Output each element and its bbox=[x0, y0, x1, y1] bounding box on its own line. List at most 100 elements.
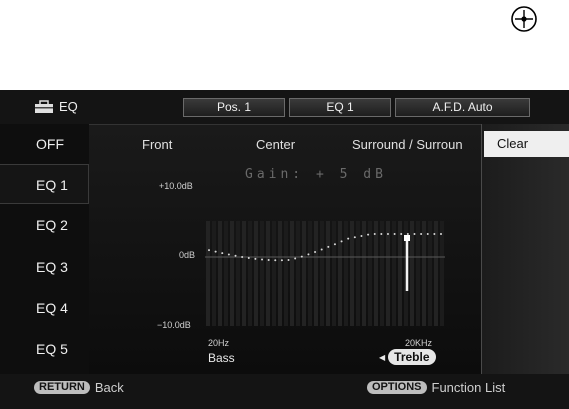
eq-band-column bbox=[218, 221, 222, 326]
eq-curve-dot bbox=[373, 233, 376, 235]
eq-band-column bbox=[338, 221, 342, 326]
eq-band-column bbox=[278, 221, 282, 326]
eq-band-column bbox=[290, 221, 294, 326]
eq-band-column bbox=[212, 221, 216, 326]
eq-curve-dot bbox=[386, 233, 389, 235]
eq-content: Front Center Surround / Surroun Gain: + … bbox=[89, 124, 481, 375]
eq-band-column bbox=[326, 221, 330, 326]
treble-control[interactable]: ◀ Treble bbox=[379, 349, 436, 365]
x-axis-min-label: 20Hz bbox=[208, 338, 230, 348]
eq-curve-dot bbox=[420, 233, 423, 235]
eq-band-column bbox=[248, 221, 252, 326]
eq-curve-dot bbox=[440, 233, 442, 235]
options-hint[interactable]: OPTIONS Function List bbox=[367, 380, 505, 395]
speaker-tab-surround[interactable]: Surround / Surroun bbox=[352, 137, 463, 152]
eq-band-column bbox=[398, 221, 402, 326]
eq-band-column bbox=[428, 221, 432, 326]
eq-curve-dot bbox=[267, 258, 270, 261]
sidebar-item-eq1[interactable]: EQ 1 bbox=[0, 164, 89, 204]
eq-band-column bbox=[230, 221, 234, 326]
eq-curve-dot bbox=[426, 233, 429, 235]
eq-band-column bbox=[332, 221, 336, 326]
treble-button[interactable]: Treble bbox=[388, 349, 436, 365]
eq-band-column bbox=[380, 221, 384, 326]
eq-band-column bbox=[236, 221, 240, 326]
sidebar-item-eq2[interactable]: EQ 2 bbox=[0, 205, 89, 245]
eq-band-column bbox=[224, 221, 228, 326]
eq-curve-dot bbox=[208, 249, 210, 252]
page-title-text: EQ bbox=[59, 99, 78, 114]
speaker-tab-front[interactable]: Front bbox=[142, 137, 172, 152]
eq-curve-dot bbox=[360, 234, 363, 237]
eq-curve-dot bbox=[221, 252, 224, 255]
x-axis-max-label: 20KHz bbox=[405, 338, 433, 348]
eq-curve-dot bbox=[287, 258, 290, 261]
eq-band-column bbox=[368, 221, 372, 326]
return-label: Back bbox=[94, 380, 124, 395]
eq-curve-dot bbox=[320, 248, 323, 251]
eq-curve-dot bbox=[294, 257, 297, 260]
eq-band-column bbox=[362, 221, 366, 326]
eq-band-column bbox=[410, 221, 414, 326]
eq-band-column bbox=[344, 221, 348, 326]
eq-band-column bbox=[434, 221, 438, 326]
eq-band-column bbox=[272, 221, 276, 326]
eq-band-column bbox=[260, 221, 264, 326]
eq-curve-dot bbox=[400, 233, 403, 235]
options-label: Function List bbox=[431, 380, 506, 395]
eq-curve-dot bbox=[413, 233, 416, 235]
eq-curve-dot bbox=[280, 259, 283, 262]
eq-curve-dot bbox=[340, 240, 343, 243]
y-axis-mid-label: 0dB bbox=[179, 250, 196, 260]
toolbox-icon bbox=[35, 99, 53, 113]
eq-curve-dot bbox=[274, 259, 277, 262]
eq-curve-dot bbox=[307, 253, 310, 256]
bass-control[interactable]: Bass bbox=[208, 351, 235, 365]
eq-band-column bbox=[308, 221, 312, 326]
speaker-tab-center[interactable]: Center bbox=[256, 137, 295, 152]
sidebar-item-eq4[interactable]: EQ 4 bbox=[0, 288, 89, 328]
eq-curve-dot bbox=[214, 250, 217, 253]
eq-band-column bbox=[284, 221, 288, 326]
eq-band-column bbox=[314, 221, 318, 326]
y-axis-min-label: −10.0dB bbox=[157, 320, 191, 330]
footer-bar: RETURN Back OPTIONS Function List bbox=[0, 374, 569, 409]
page-title: EQ bbox=[34, 99, 78, 114]
eq-band-column bbox=[266, 221, 270, 326]
return-hint[interactable]: RETURN Back bbox=[34, 380, 124, 395]
eq-curve-dot bbox=[261, 258, 264, 261]
eq-band-column bbox=[440, 221, 444, 326]
eq-band-column bbox=[296, 221, 300, 326]
eq-curve-dot bbox=[333, 243, 336, 246]
eq-curve-dot bbox=[254, 257, 257, 260]
eq-curve-dot bbox=[380, 233, 383, 235]
sidebar-item-eq3[interactable]: EQ 3 bbox=[0, 247, 89, 287]
eq-band-column bbox=[356, 221, 360, 326]
eq-band-column bbox=[254, 221, 258, 326]
eq-curve-dot bbox=[406, 233, 409, 235]
eq-curve-graph bbox=[205, 221, 445, 326]
eq-curve-dot bbox=[347, 237, 350, 240]
sidebar-item-eq5[interactable]: EQ 5 bbox=[0, 329, 89, 369]
options-key: OPTIONS bbox=[367, 381, 427, 394]
eq-band-column bbox=[302, 221, 306, 326]
eq-band-column bbox=[386, 221, 390, 326]
y-axis-max-label: +10.0dB bbox=[159, 181, 193, 191]
eq-band-column bbox=[350, 221, 354, 326]
eq-curve-dot bbox=[327, 245, 330, 248]
gain-readout: Gain: + 5 dB bbox=[245, 167, 387, 182]
options-panel bbox=[481, 124, 569, 374]
eq-screen: EQ Pos. 1 EQ 1 A.F.D. Auto OFF EQ 1 EQ 2… bbox=[0, 90, 569, 409]
eq-band-column bbox=[320, 221, 324, 326]
eq-curve-dot bbox=[353, 236, 356, 239]
return-key: RETURN bbox=[34, 381, 90, 394]
title-bar: EQ Pos. 1 EQ 1 A.F.D. Auto bbox=[0, 90, 569, 124]
eq-band-column bbox=[422, 221, 426, 326]
eq-curve-dot bbox=[300, 255, 303, 258]
eq-band-column bbox=[392, 221, 396, 326]
clear-button[interactable]: Clear bbox=[484, 131, 569, 157]
eq-band-column bbox=[416, 221, 420, 326]
left-arrow-icon: ◀ bbox=[379, 352, 386, 362]
afd-mode-indicator: A.F.D. Auto bbox=[395, 98, 530, 117]
sidebar-item-off[interactable]: OFF bbox=[0, 124, 89, 164]
